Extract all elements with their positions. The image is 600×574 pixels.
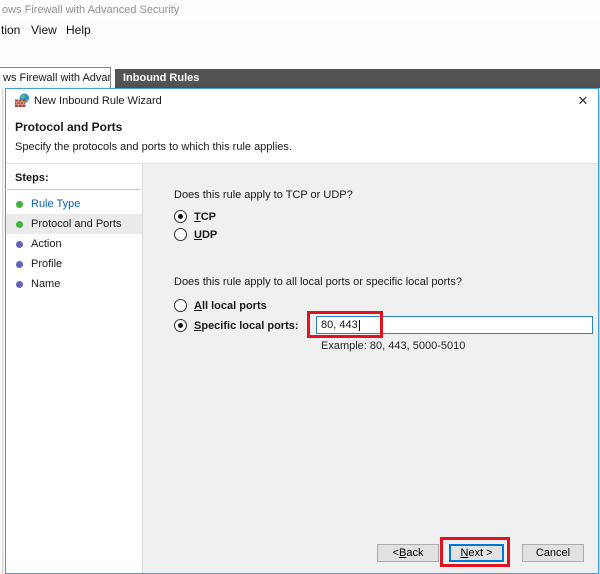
all-local-ports-radio-row: All local ports xyxy=(174,299,267,312)
udp-radio[interactable] xyxy=(174,228,187,241)
ports-example-text: Example: 80, 443, 5000-5010 xyxy=(321,340,465,352)
step-bullet-icon xyxy=(16,241,23,248)
next-button[interactable]: Next > xyxy=(449,544,504,562)
protocol-question: Does this rule apply to TCP or UDP? xyxy=(174,189,353,201)
window-title: ows Firewall with Advanced Security xyxy=(2,4,179,16)
window-titlebar: ows Firewall with Advanced Security xyxy=(0,0,600,20)
step-protocol-and-ports[interactable]: Protocol and Ports xyxy=(6,214,142,234)
toolbar: ? xyxy=(0,40,600,66)
menu-help[interactable]: Help xyxy=(66,23,91,37)
step-bullet-icon xyxy=(16,201,23,208)
specific-ports-input[interactable]: 80, 443 xyxy=(316,316,593,334)
tcp-radio-row: TCP xyxy=(174,210,216,223)
step-bullet-icon xyxy=(16,221,23,228)
dialog-title: New Inbound Rule Wizard xyxy=(34,89,162,113)
ports-question: Does this rule apply to all local ports … xyxy=(174,276,462,288)
inbound-rules-panel-label: Inbound Rules xyxy=(123,72,199,84)
udp-radio-row: UDP xyxy=(174,228,217,241)
wizard-content: Does this rule apply to TCP or UDP? TCP … xyxy=(143,164,598,573)
menu-bar: tion View Help xyxy=(0,20,600,40)
page-subtitle: Specify the protocols and ports to which… xyxy=(15,141,292,153)
menu-view[interactable]: View xyxy=(31,23,57,37)
step-action[interactable]: Action xyxy=(6,234,142,254)
steps-sidebar: Steps: Rule Type Protocol and Ports Acti… xyxy=(6,164,143,573)
specific-local-ports-label[interactable]: Specific local ports: xyxy=(194,320,299,332)
step-name[interactable]: Name xyxy=(6,274,142,294)
firewall-icon xyxy=(15,93,30,108)
dialog-titlebar: New Inbound Rule Wizard ✕ xyxy=(6,89,598,113)
step-rule-type[interactable]: Rule Type xyxy=(6,194,142,214)
tcp-radio[interactable] xyxy=(174,210,187,223)
menu-action[interactable]: tion xyxy=(1,23,20,37)
steps-heading: Steps: xyxy=(7,169,141,190)
all-local-ports-radio[interactable] xyxy=(174,299,187,312)
step-bullet-icon xyxy=(16,261,23,268)
dialog-header: Protocol and Ports Specify the protocols… xyxy=(6,113,598,164)
specific-ports-input-value: 80, 443 xyxy=(321,319,358,331)
step-profile[interactable]: Profile xyxy=(6,254,142,274)
all-local-ports-label[interactable]: All local ports xyxy=(194,300,267,312)
tcp-radio-label[interactable]: TCP xyxy=(194,211,216,223)
specific-local-ports-radio-row: Specific local ports: xyxy=(174,319,299,332)
inbound-rules-panel-header: Inbound Rules xyxy=(115,69,600,88)
dialog-body: Steps: Rule Type Protocol and Ports Acti… xyxy=(6,164,598,573)
new-inbound-rule-wizard-dialog: New Inbound Rule Wizard ✕ Protocol and P… xyxy=(5,88,599,574)
step-bullet-icon xyxy=(16,281,23,288)
specific-local-ports-radio[interactable] xyxy=(174,319,187,332)
screen: ows Firewall with Advanced Security tion… xyxy=(0,0,600,574)
cancel-button[interactable]: Cancel xyxy=(522,544,584,562)
close-icon[interactable]: ✕ xyxy=(573,91,593,111)
udp-radio-label[interactable]: UDP xyxy=(194,229,217,241)
page-title: Protocol and Ports xyxy=(15,120,122,134)
back-button[interactable]: < Back xyxy=(377,544,439,562)
text-cursor xyxy=(359,320,360,331)
console-tree-panel-label: ws Firewall with Advance xyxy=(3,72,111,84)
